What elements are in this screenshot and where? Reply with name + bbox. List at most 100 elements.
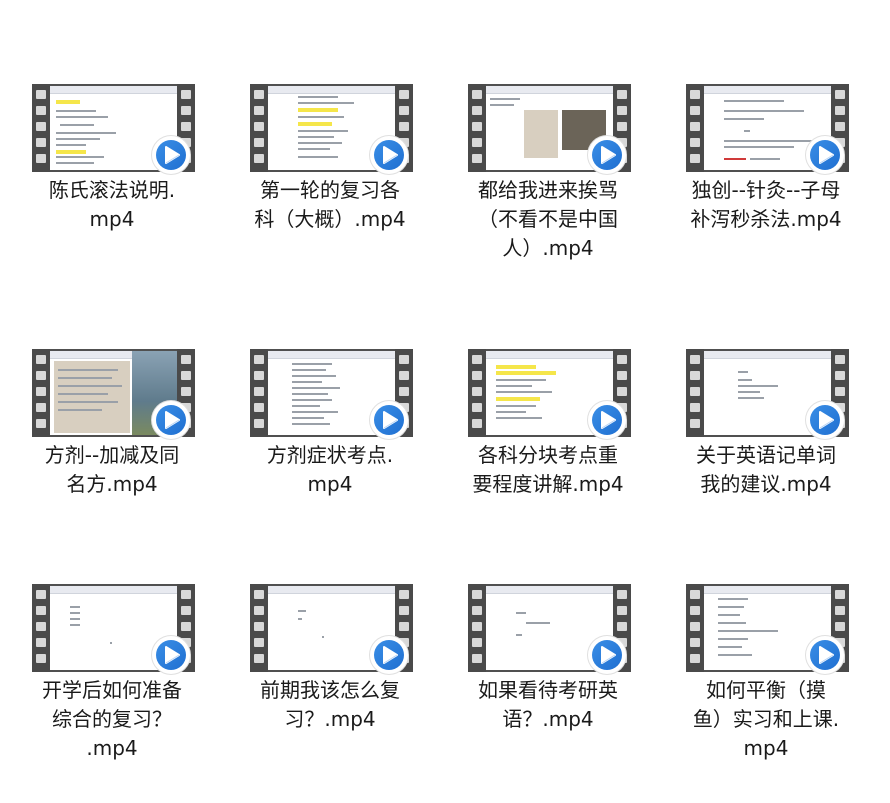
video-file-item[interactable]: 如何平衡（摸 鱼）实习和上课. mp4 xyxy=(666,584,866,803)
film-perforation xyxy=(181,371,191,380)
film-perforation xyxy=(399,606,409,615)
file-name-line: 习？.mp4 xyxy=(284,707,376,731)
film-perforation xyxy=(617,355,627,364)
play-arrow-icon xyxy=(806,136,844,174)
film-perforation xyxy=(472,638,482,647)
film-perforation xyxy=(399,106,409,115)
film-perforation xyxy=(472,606,482,615)
film-perforation xyxy=(181,606,191,615)
highlight-mark xyxy=(298,122,332,126)
film-strip-edge xyxy=(686,349,704,437)
file-name-line: 如果看待考研英 xyxy=(478,678,618,702)
film-perforation xyxy=(472,654,482,663)
text-line xyxy=(718,638,748,640)
text-line xyxy=(490,104,514,106)
film-perforation xyxy=(181,590,191,599)
text-line xyxy=(58,385,122,387)
video-file-item[interactable]: 第一轮的复习各 科（大概）.mp4 xyxy=(230,84,430,304)
file-name-line: mp4 xyxy=(307,472,353,496)
film-perforation xyxy=(254,387,264,396)
text-line xyxy=(58,377,112,379)
file-name-line: 方剂症状考点. xyxy=(266,443,394,467)
app-toolbar xyxy=(704,586,831,594)
film-perforation xyxy=(690,355,700,364)
text-line xyxy=(750,158,780,160)
video-file-item[interactable]: 方剂--加减及同 名方.mp4 xyxy=(12,349,212,569)
file-name-label: 如果看待考研英 语？.mp4 xyxy=(448,676,648,734)
text-line xyxy=(724,110,804,112)
video-file-item[interactable]: 方剂症状考点. mp4 xyxy=(230,349,430,569)
film-strip-edge xyxy=(250,349,268,437)
highlight-mark xyxy=(56,100,80,104)
film-perforation xyxy=(36,371,46,380)
file-name-line: 方剂--加减及同 xyxy=(44,443,180,467)
play-arrow-icon xyxy=(588,401,626,439)
highlight-mark xyxy=(298,108,338,112)
text-line xyxy=(496,379,546,381)
play-arrow-icon xyxy=(588,636,626,674)
video-file-item[interactable]: 都给我进来挨骂 （不看不是中国 人）.mp4 xyxy=(448,84,648,304)
video-file-item[interactable]: 各科分块考点重 要程度讲解.mp4 xyxy=(448,349,648,569)
video-file-item[interactable]: 开学后如何准备 综合的复习？ .mp4 xyxy=(12,584,212,803)
file-grid: 陈氏滚法说明. mp4 第一轮的复习各 科（大概）.mp4 都给我进来挨骂 （不看不是中国… xyxy=(0,0,890,803)
film-perforation xyxy=(617,90,627,99)
film-perforation xyxy=(399,387,409,396)
play-arrow-icon xyxy=(370,636,408,674)
file-name-label: 陈氏滚法说明. mp4 xyxy=(12,176,212,234)
app-toolbar xyxy=(486,86,613,94)
file-name-line: 开学后如何准备 xyxy=(42,678,182,702)
play-arrow-icon xyxy=(806,401,844,439)
film-perforation xyxy=(690,387,700,396)
file-name-line: 科（大概）.mp4 xyxy=(254,207,406,231)
film-perforation xyxy=(690,590,700,599)
film-perforation xyxy=(36,122,46,131)
text-line xyxy=(58,409,102,411)
text-line xyxy=(718,630,778,632)
highlight-mark xyxy=(496,397,540,401)
text-line xyxy=(292,405,320,407)
text-line xyxy=(738,385,778,387)
film-perforation xyxy=(617,387,627,396)
file-name-line: 第一轮的复习各 xyxy=(260,178,400,202)
film-perforation xyxy=(835,622,845,631)
film-perforation xyxy=(36,638,46,647)
video-file-item[interactable]: 独创--针灸--子母 补泻秒杀法.mp4 xyxy=(666,84,866,304)
film-perforation xyxy=(472,122,482,131)
photo-thumbnail xyxy=(524,110,558,158)
text-line xyxy=(110,642,112,644)
film-perforation xyxy=(254,590,264,599)
text-line xyxy=(298,156,338,158)
film-perforation xyxy=(36,387,46,396)
file-name-label: 前期我该怎么复 习？.mp4 xyxy=(230,676,430,734)
text-line xyxy=(298,102,354,104)
film-perforation xyxy=(690,138,700,147)
film-perforation xyxy=(835,106,845,115)
video-file-item[interactable]: 前期我该怎么复 习？.mp4 xyxy=(230,584,430,803)
file-name-line: 要程度讲解.mp4 xyxy=(472,472,624,496)
text-line xyxy=(718,606,744,608)
video-file-item[interactable]: 关于英语记单词 我的建议.mp4 xyxy=(666,349,866,569)
highlight-mark xyxy=(496,365,536,369)
text-line xyxy=(724,146,794,148)
file-name-line: （不看不是中国 xyxy=(478,207,618,231)
film-perforation xyxy=(36,622,46,631)
file-name-line: 名方.mp4 xyxy=(66,472,158,496)
file-name-line: 关于英语记单词 xyxy=(696,443,836,467)
text-line xyxy=(292,423,330,425)
app-toolbar xyxy=(268,586,395,594)
text-line xyxy=(322,636,324,638)
file-name-label: 各科分块考点重 要程度讲解.mp4 xyxy=(448,441,648,499)
file-name-line: 鱼）实习和上课. xyxy=(692,707,840,731)
file-name-line: 陈氏滚法说明. xyxy=(48,178,176,202)
text-line xyxy=(496,417,542,419)
video-file-item[interactable]: 陈氏滚法说明. mp4 xyxy=(12,84,212,304)
film-perforation xyxy=(254,138,264,147)
text-line xyxy=(292,375,336,377)
text-line xyxy=(56,156,104,158)
file-name-label: 都给我进来挨骂 （不看不是中国 人）.mp4 xyxy=(448,176,648,263)
film-perforation xyxy=(399,590,409,599)
text-line xyxy=(292,399,332,401)
film-perforation xyxy=(690,638,700,647)
film-strip-edge xyxy=(250,584,268,672)
video-file-item[interactable]: 如果看待考研英 语？.mp4 xyxy=(448,584,648,803)
